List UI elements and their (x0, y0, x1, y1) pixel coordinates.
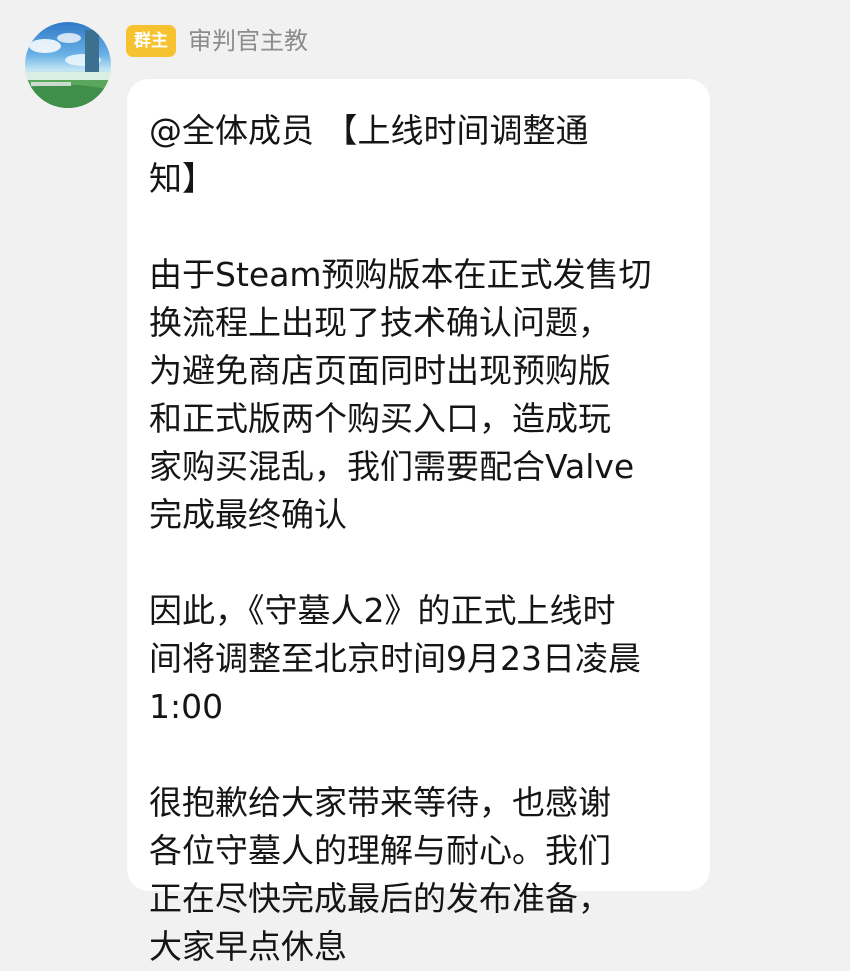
message-bubble[interactable]: @全体成员 【上线时间调整通 知】 由于Steam预购版本在正式发售切 换流程上… (127, 79, 710, 966)
message-line: 换流程上出现了技术确认问题， (149, 303, 611, 342)
message-line: 知】 (149, 159, 215, 198)
message-line: 正在尽快完成最后的发布准备， (149, 879, 611, 918)
message-line: 很抱歉给大家带来等待，也感谢 (149, 783, 611, 822)
message-line: 完成最终确认 (149, 495, 347, 534)
message-line: 为避免商店页面同时出现预购版 (149, 351, 611, 390)
anime-landscape-avatar-icon (25, 30, 111, 108)
message-line: 家购买混乱，我们需要配合Valve (149, 447, 635, 486)
message-line: 由于Steam预购版本在正式发售切 (149, 255, 652, 294)
message-line: 各位守墓人的理解与耐心。我们 (149, 831, 611, 870)
avatar[interactable] (25, 22, 111, 108)
message-line: 和正式版两个购买入口，造成玩 (149, 399, 611, 438)
message-line: 间将调整至北京时间9月23日凌晨 (149, 639, 641, 678)
group-owner-badge: 群主 (126, 25, 176, 57)
message-line: 因此，《守墓人2》的正式上线时 (149, 591, 616, 630)
message-header: 群主 审判官主教 (126, 24, 308, 58)
message-line: @全体成员 【上线时间调整通 (149, 111, 589, 150)
message-line: 1:00 (149, 687, 224, 726)
sender-name[interactable]: 审判官主教 (188, 25, 308, 57)
message-line: 大家早点休息 (149, 927, 347, 966)
